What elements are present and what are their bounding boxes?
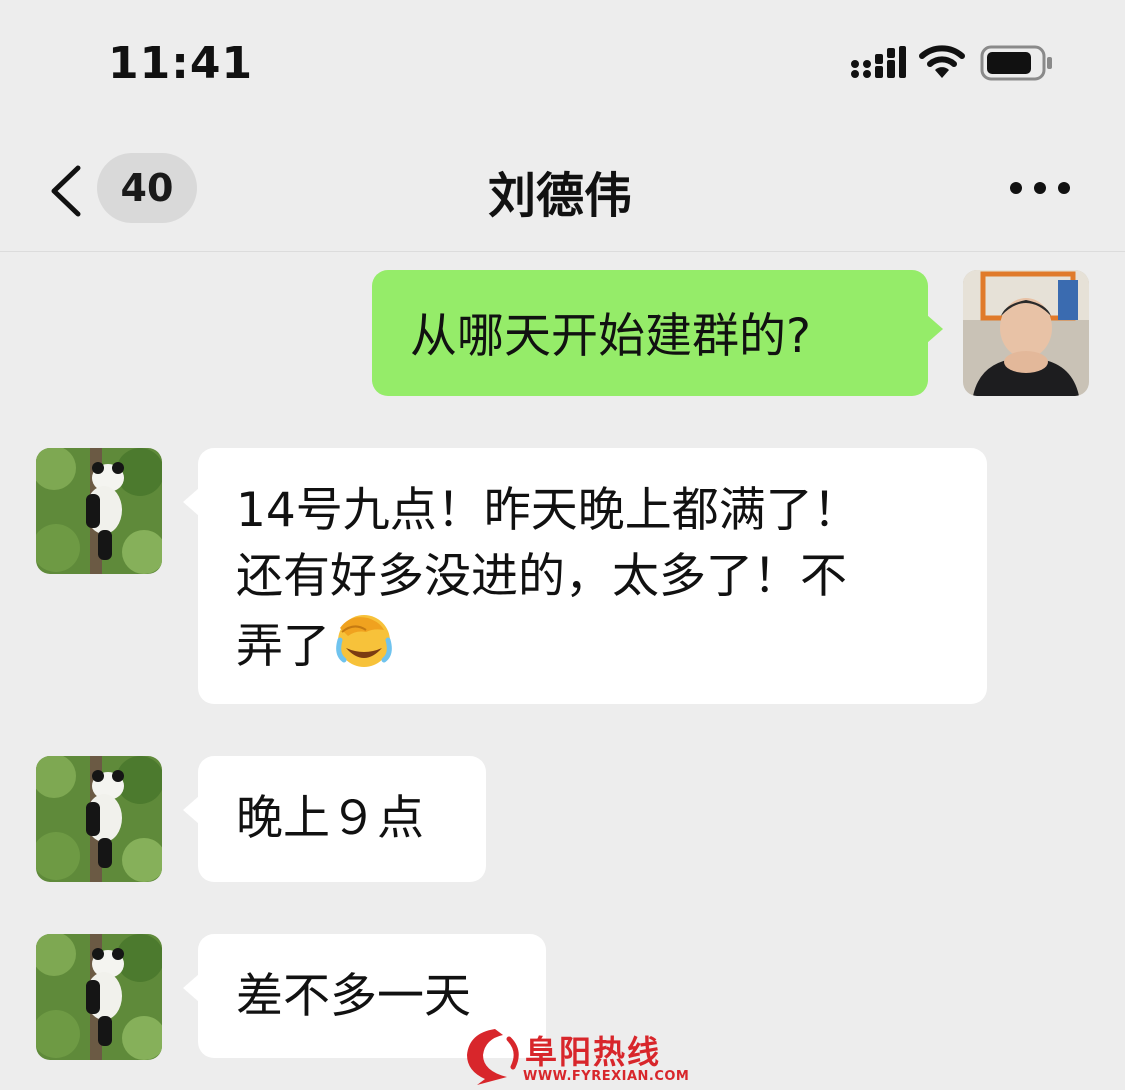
message-line: 14号九点！昨天晚上都满了！ bbox=[236, 483, 860, 538]
message-text: 晚上９点 bbox=[236, 791, 424, 846]
chat-header: 40 刘德伟 bbox=[0, 130, 1125, 252]
status-time: 11:41 bbox=[108, 38, 254, 89]
face-palm-crying-emoji bbox=[336, 615, 392, 667]
message-line-with-emoji: 弄了 bbox=[236, 610, 949, 680]
chat-title: 刘德伟 bbox=[487, 168, 632, 224]
battery-icon bbox=[980, 45, 1052, 81]
bubble-tail bbox=[183, 974, 199, 1002]
watermark-logo-icon bbox=[467, 1029, 519, 1085]
message-bubble-contact[interactable]: 14号九点！昨天晚上都满了！ 还有好多没进的，太多了！不 弄了 bbox=[198, 448, 987, 704]
watermark-url: WWW.FYREXIAN.COM bbox=[523, 1069, 690, 1084]
watermark-name: 阜阳热线 bbox=[525, 1033, 662, 1071]
message-text: 差不多一天 bbox=[236, 969, 471, 1024]
avatar-contact[interactable] bbox=[36, 448, 162, 574]
avatar-self[interactable] bbox=[963, 270, 1089, 396]
unread-count-badge[interactable]: 40 bbox=[97, 153, 197, 223]
bubble-tail bbox=[183, 796, 199, 824]
chevron-left-icon[interactable] bbox=[46, 164, 86, 218]
watermark: 阜阳热线 WWW.FYREXIAN.COM bbox=[455, 1025, 689, 1087]
bubble-tail bbox=[183, 488, 199, 516]
message-bubble-contact[interactable]: 晚上９点 bbox=[198, 756, 486, 882]
avatar-contact[interactable] bbox=[36, 756, 162, 882]
bubble-tail bbox=[927, 315, 943, 343]
message-bubble-self[interactable]: 从哪天开始建群的? bbox=[372, 270, 928, 396]
signal-icon bbox=[851, 46, 906, 78]
wifi-icon bbox=[919, 45, 965, 78]
more-dots-icon[interactable] bbox=[1008, 176, 1072, 200]
avatar-contact[interactable] bbox=[36, 934, 162, 1060]
message-line: 弄了 bbox=[236, 619, 330, 674]
message-line: 还有好多没进的，太多了！不 bbox=[236, 549, 847, 604]
message-text: 从哪天开始建群的? bbox=[410, 309, 811, 364]
status-bar: 11:41 bbox=[0, 0, 1125, 130]
